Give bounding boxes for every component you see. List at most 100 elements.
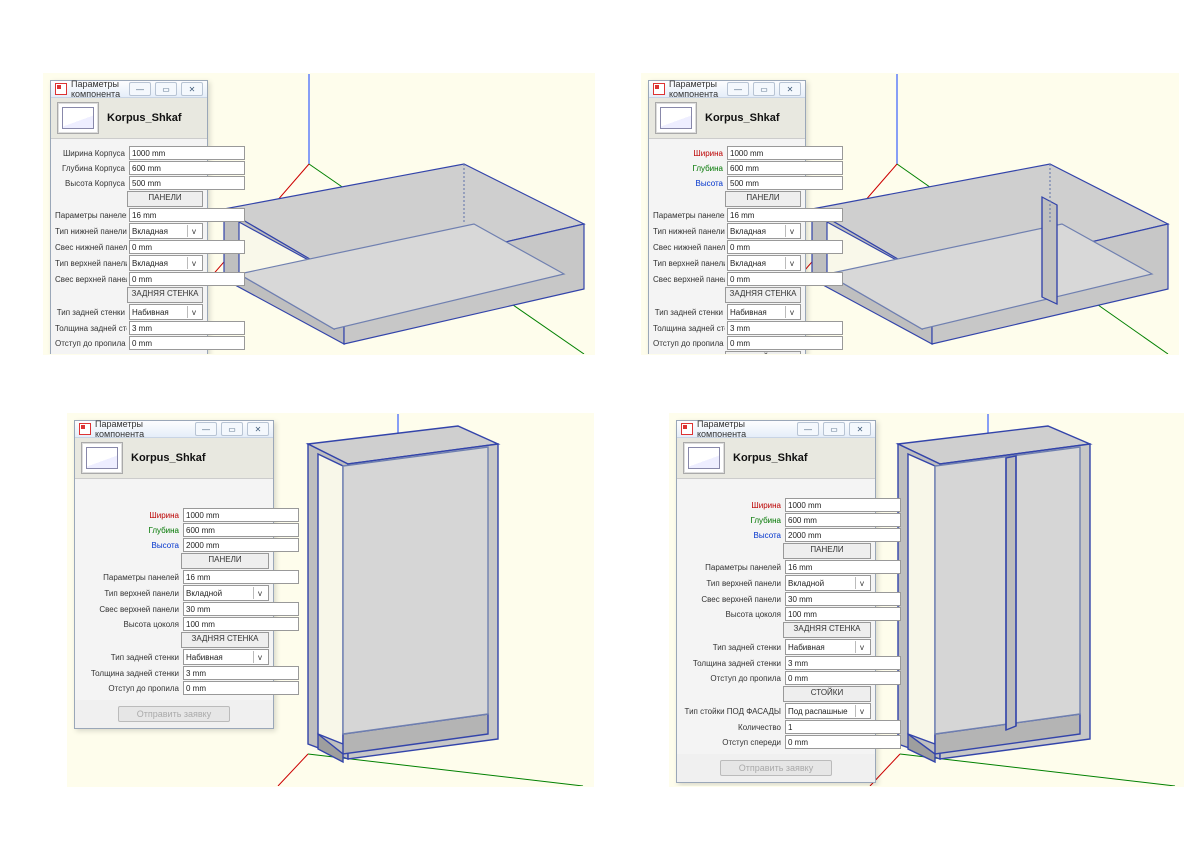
submit-button[interactable]: Отправить заявку [118, 706, 230, 722]
parameter-input[interactable] [727, 321, 843, 335]
parameter-input[interactable] [785, 607, 901, 621]
close-button[interactable]: ✕ [247, 422, 269, 436]
parameter-input[interactable] [727, 336, 843, 350]
parameter-input[interactable] [183, 508, 299, 522]
parameter-dropdown[interactable]: Вкладнаяv [727, 255, 801, 271]
section-toggle-button[interactable]: ЗАДНЯЯ СТЕНКА [181, 632, 269, 648]
parameter-input[interactable] [727, 240, 843, 254]
section-toggle-button[interactable]: ПАНЕЛИ [127, 191, 203, 207]
section-toggle-button[interactable]: ПАНЕЛИ [725, 191, 801, 207]
parameter-dropdown[interactable]: Вкладнаяv [727, 223, 801, 239]
section-toggle-button[interactable]: ЗАДНЯЯ СТЕНКА [127, 287, 203, 303]
component-options-dialog[interactable]: Параметры компонента — ▭ ✕ Korpus_Shkaf … [74, 420, 274, 729]
parameter-row: Тип задней стенкиНабивнаяv [681, 639, 871, 655]
parameter-input[interactable] [785, 513, 901, 527]
parameter-label: Отступ до пропила [79, 684, 181, 693]
maximize-button[interactable]: ▭ [753, 82, 775, 96]
parameter-dropdown[interactable]: Под распашныеv [785, 703, 871, 719]
parameter-dropdown[interactable]: Набивнаяv [183, 649, 269, 665]
parameter-dropdown[interactable]: Вкладнойv [183, 585, 269, 601]
section-header[interactable]: ЗАДНЯЯ СТЕНКА [55, 287, 203, 303]
parameter-input[interactable] [183, 681, 299, 695]
parameter-input[interactable] [785, 560, 901, 574]
parameter-input[interactable] [129, 161, 245, 175]
minimize-button[interactable]: — [195, 422, 217, 436]
section-header[interactable]: ПАНЕЛИ [55, 191, 203, 207]
parameter-input[interactable] [129, 240, 245, 254]
parameter-input[interactable] [785, 656, 901, 670]
section-toggle-button[interactable]: СТОЙКИ [725, 351, 801, 355]
section-toggle-button[interactable]: ЗАДНЯЯ СТЕНКА [783, 622, 871, 638]
section-header[interactable]: СТОЙКИ [653, 351, 801, 355]
parameter-input[interactable] [129, 208, 245, 222]
parameter-input[interactable] [183, 666, 299, 680]
viewport-2[interactable]: Параметры компонента — ▭ ✕ Korpus_Shkaf … [641, 73, 1179, 355]
parameter-input[interactable] [183, 523, 299, 537]
close-button[interactable]: ✕ [849, 422, 871, 436]
parameter-input[interactable] [183, 570, 299, 584]
viewport-3[interactable]: Параметры компонента — ▭ ✕ Korpus_Shkaf … [67, 413, 594, 787]
parameter-dropdown[interactable]: Вкладнойv [785, 575, 871, 591]
dialog-titlebar[interactable]: Параметры компонента — ▭ ✕ [75, 421, 273, 438]
section-toggle-button[interactable]: ПАНЕЛИ [181, 553, 269, 569]
parameter-dropdown[interactable]: Вкладнаяv [129, 255, 203, 271]
parameter-row: Тип верхней панелиВкладнойv [79, 585, 269, 601]
parameter-row: Тип задней стенкиНабивнаяv [653, 304, 801, 320]
parameter-input[interactable] [183, 617, 299, 631]
dialog-titlebar[interactable]: Параметры компонента — ▭ ✕ [51, 81, 207, 98]
section-header[interactable]: ПАНЕЛИ [681, 543, 871, 559]
component-options-dialog[interactable]: Параметры компонента — ▭ ✕ Korpus_Shkaf … [50, 80, 208, 355]
parameter-row: Толщина задней стенки [653, 321, 801, 335]
parameter-input[interactable] [183, 538, 299, 552]
parameter-label: Тип нижней панели [55, 227, 127, 236]
maximize-button[interactable]: ▭ [221, 422, 243, 436]
submit-button[interactable]: Отправить заявку [720, 760, 832, 776]
viewport-1[interactable]: Параметры компонента — ▭ ✕ Korpus_Shkaf … [43, 73, 595, 355]
parameter-row: Высота [681, 528, 871, 542]
section-header[interactable]: ЗАДНЯЯ СТЕНКА [653, 287, 801, 303]
parameter-input[interactable] [129, 146, 245, 160]
section-header[interactable]: ЗАДНЯЯ СТЕНКА [681, 622, 871, 638]
parameter-row: Высота цоколя [79, 617, 269, 631]
parameter-input[interactable] [727, 208, 843, 222]
dialog-titlebar[interactable]: Параметры компонента — ▭ ✕ [677, 421, 875, 438]
maximize-button[interactable]: ▭ [155, 82, 177, 96]
component-options-dialog[interactable]: Параметры компонента — ▭ ✕ Korpus_Shkaf … [648, 80, 806, 355]
close-button[interactable]: ✕ [779, 82, 801, 96]
section-toggle-button[interactable]: ЗАДНЯЯ СТЕНКА [725, 287, 801, 303]
parameter-dropdown[interactable]: Вкладнаяv [129, 223, 203, 239]
parameter-input[interactable] [727, 161, 843, 175]
parameter-input[interactable] [727, 176, 843, 190]
parameter-dropdown[interactable]: Набивнаяv [727, 304, 801, 320]
section-toggle-button[interactable]: ПАНЕЛИ [783, 543, 871, 559]
parameter-dropdown[interactable]: Набивнаяv [785, 639, 871, 655]
parameter-input[interactable] [785, 498, 901, 512]
parameter-input[interactable] [727, 272, 843, 286]
parameter-dropdown[interactable]: Набивнаяv [129, 304, 203, 320]
section-header[interactable]: СТОЙКИ [681, 686, 871, 702]
parameter-input[interactable] [785, 528, 901, 542]
close-button[interactable]: ✕ [181, 82, 203, 96]
parameter-input[interactable] [785, 592, 901, 606]
section-header[interactable]: ПАНЕЛИ [79, 553, 269, 569]
section-toggle-button[interactable]: СТОЙКИ [783, 686, 871, 702]
minimize-button[interactable]: — [129, 82, 151, 96]
parameter-input[interactable] [129, 321, 245, 335]
viewport-4[interactable]: Параметры компонента — ▭ ✕ Korpus_Shkaf … [669, 413, 1184, 787]
minimize-button[interactable]: — [797, 422, 819, 436]
component-options-dialog[interactable]: Параметры компонента — ▭ ✕ Korpus_Shkaf … [676, 420, 876, 783]
dialog-titlebar[interactable]: Параметры компонента — ▭ ✕ [649, 81, 805, 98]
parameter-input[interactable] [785, 735, 901, 749]
parameter-input[interactable] [129, 272, 245, 286]
parameter-label: Количество [681, 723, 783, 732]
maximize-button[interactable]: ▭ [823, 422, 845, 436]
parameter-input[interactable] [785, 671, 901, 685]
minimize-button[interactable]: — [727, 82, 749, 96]
section-header[interactable]: ЗАДНЯЯ СТЕНКА [79, 632, 269, 648]
parameter-input[interactable] [785, 720, 901, 734]
parameter-input[interactable] [129, 336, 245, 350]
parameter-input[interactable] [727, 146, 843, 160]
section-header[interactable]: ПАНЕЛИ [653, 191, 801, 207]
parameter-input[interactable] [183, 602, 299, 616]
parameter-input[interactable] [129, 176, 245, 190]
